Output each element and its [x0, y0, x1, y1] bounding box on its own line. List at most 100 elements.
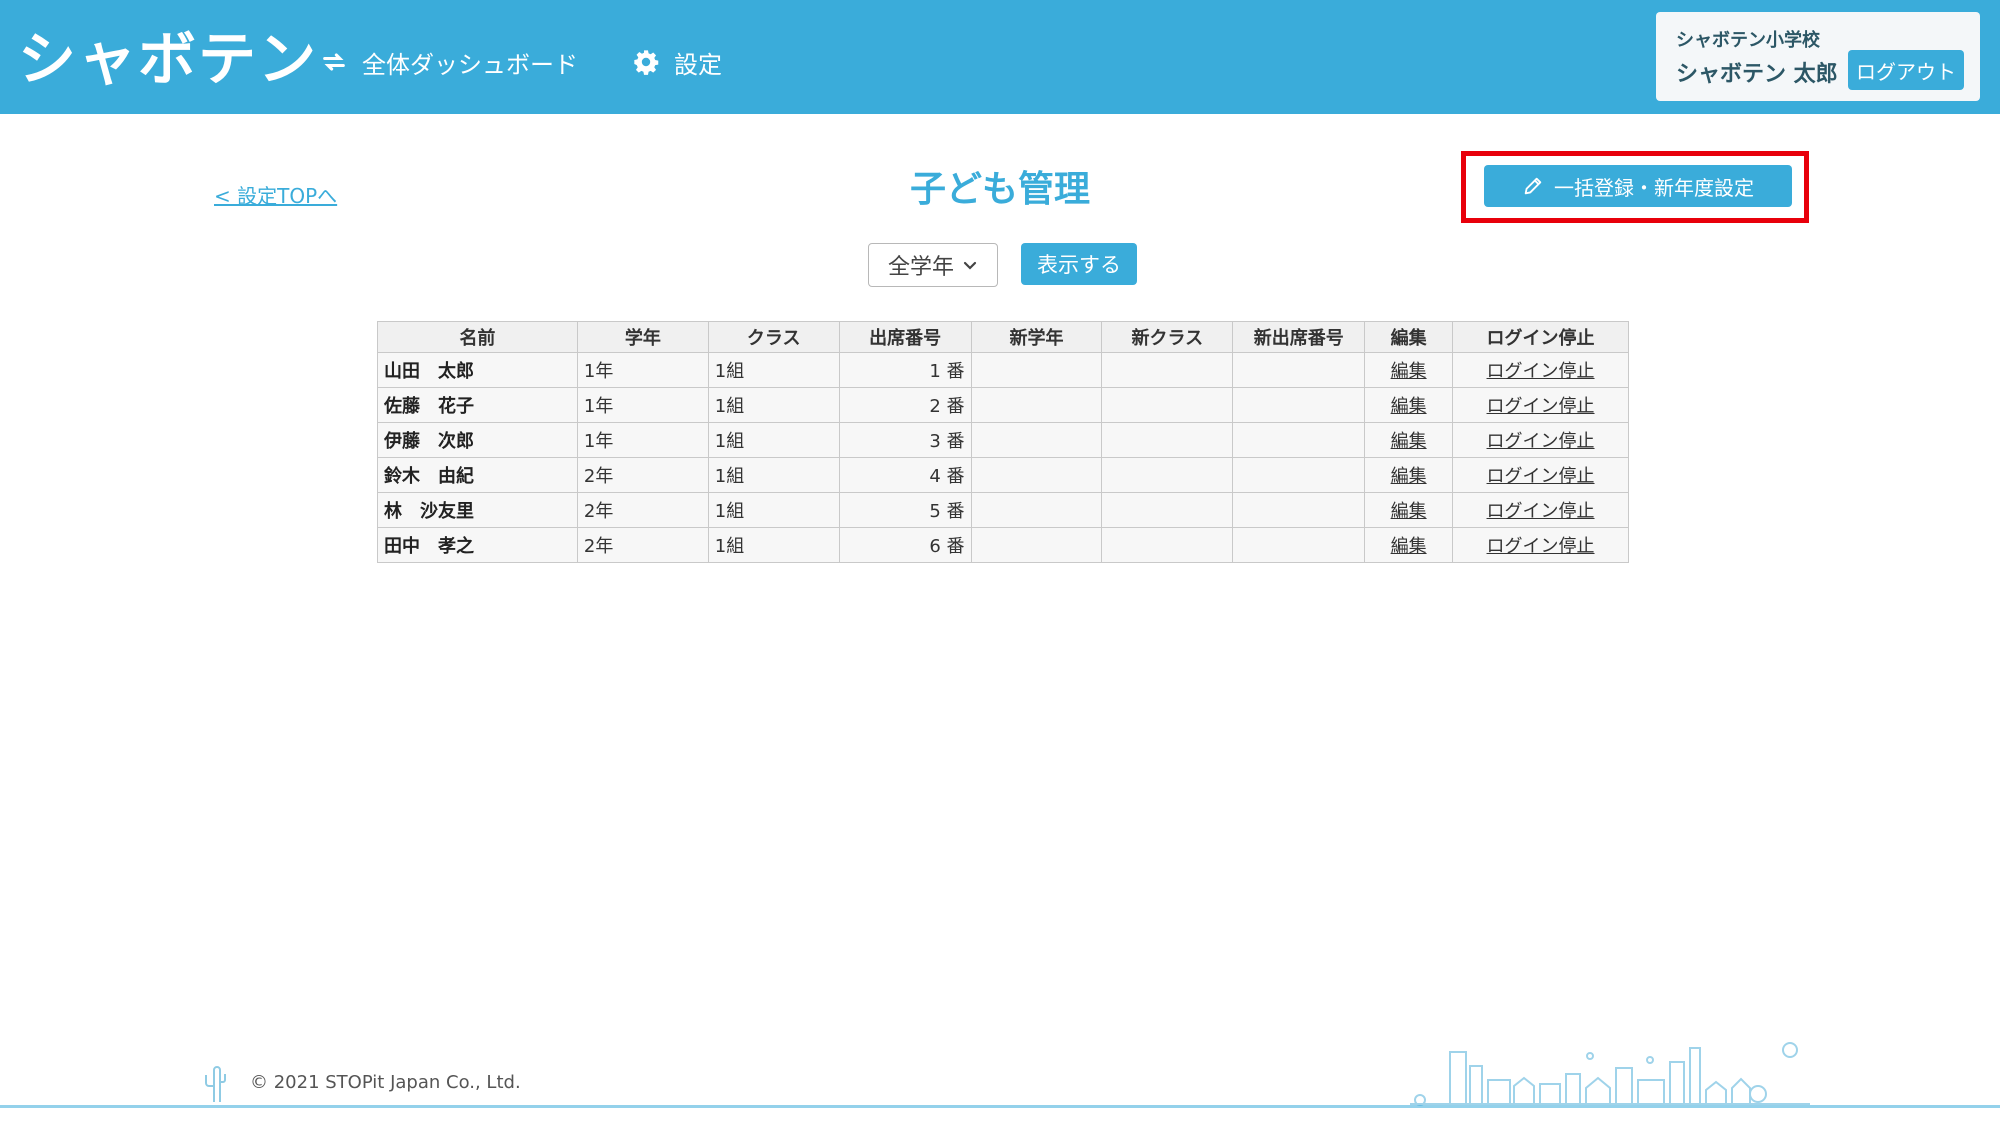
cell-new-class: [1101, 352, 1234, 388]
table-row: 田中 孝之 2年 1組 6 番 編集 ログイン停止: [377, 527, 1629, 563]
table-header-row: 名前 学年 クラス 出席番号 新学年 新クラス 新出席番号 編集 ログイン停止: [377, 321, 1629, 353]
grade-select-value: 全学年: [887, 255, 954, 280]
table-row: 山田 太郎 1年 1組 1 番 編集 ログイン停止: [377, 352, 1629, 388]
cell-new-number: [1232, 422, 1366, 458]
cell-class: 1組: [707, 352, 840, 388]
login-stop-link[interactable]: ログイン停止: [1487, 466, 1595, 487]
logout-button[interactable]: ログアウト: [1848, 50, 1964, 90]
cell-new-number: [1232, 492, 1366, 528]
cell-new-grade: [970, 387, 1103, 423]
table-row: 鈴木 由紀 2年 1組 4 番 編集 ログイン停止: [377, 457, 1629, 493]
cell-number: 3 番: [838, 422, 972, 458]
cell-edit: 編集: [1364, 387, 1454, 423]
table-row: 林 沙友里 2年 1組 5 番 編集 ログイン停止: [377, 492, 1629, 528]
cell-name: 伊藤 次郎: [377, 422, 578, 458]
cell-new-class: [1101, 492, 1234, 528]
edit-link[interactable]: 編集: [1391, 361, 1427, 382]
user-name: シャボテン 太郎: [1676, 62, 1838, 87]
students-table: 名前 学年 クラス 出席番号 新学年 新クラス 新出席番号 編集 ログイン停止 …: [377, 321, 1629, 563]
bulk-register-button[interactable]: 一括登録・新年度設定: [1484, 165, 1792, 207]
footer-divider: [0, 1105, 2000, 1108]
cell-number: 6 番: [838, 527, 972, 563]
cell-number: 4 番: [838, 457, 972, 493]
login-stop-link[interactable]: ログイン停止: [1487, 501, 1595, 522]
cell-login-stop: ログイン停止: [1452, 422, 1629, 458]
cell-edit: 編集: [1364, 457, 1454, 493]
cell-grade: 1年: [576, 422, 709, 458]
cell-new-grade: [970, 492, 1103, 528]
back-to-settings-link[interactable]: < 設定TOPへ: [214, 180, 337, 209]
edit-link[interactable]: 編集: [1391, 501, 1427, 522]
cell-new-number: [1232, 352, 1366, 388]
cell-login-stop: ログイン停止: [1452, 492, 1629, 528]
cell-new-number: [1232, 457, 1366, 493]
cell-class: 1組: [707, 527, 840, 563]
cell-new-grade: [970, 422, 1103, 458]
grade-select[interactable]: 全学年: [868, 243, 998, 287]
city-skyline-illustration: [1410, 1042, 1810, 1106]
login-stop-link[interactable]: ログイン停止: [1487, 431, 1595, 452]
gear-icon: [634, 50, 659, 75]
edit-link[interactable]: 編集: [1391, 536, 1427, 557]
cell-login-stop: ログイン停止: [1452, 352, 1629, 388]
cell-new-class: [1101, 527, 1234, 563]
table-row: 伊藤 次郎 1年 1組 3 番 編集 ログイン停止: [377, 422, 1629, 458]
top-header: シャボテン 全体ダッシュボード 設定 シャボテン小学校 シャボテン 太郎 ログア…: [0, 0, 2000, 114]
refresh-icon: [323, 53, 345, 71]
cell-new-grade: [970, 527, 1103, 563]
app-logo[interactable]: シャボテン: [18, 12, 318, 96]
cell-class: 1組: [707, 387, 840, 423]
col-header-new-class: 新クラス: [1101, 321, 1234, 353]
col-header-number: 出席番号: [838, 321, 972, 353]
cell-login-stop: ログイン停止: [1452, 387, 1629, 423]
cell-class: 1組: [707, 457, 840, 493]
cell-new-class: [1101, 387, 1234, 423]
edit-link[interactable]: 編集: [1391, 431, 1427, 452]
cell-login-stop: ログイン停止: [1452, 527, 1629, 563]
col-header-new-grade: 新学年: [970, 321, 1103, 353]
cell-new-grade: [970, 457, 1103, 493]
cell-edit: 編集: [1364, 527, 1454, 563]
nav-dashboard[interactable]: 全体ダッシュボード: [320, 42, 578, 82]
cell-name: 佐藤 花子: [377, 387, 578, 423]
cell-number: 2 番: [838, 387, 972, 423]
cell-grade: 2年: [576, 492, 709, 528]
cell-number: 1 番: [838, 352, 972, 388]
pencil-icon: [1524, 177, 1542, 195]
login-stop-link[interactable]: ログイン停止: [1487, 396, 1595, 417]
page-title: 子ども管理: [909, 169, 1090, 210]
copyright-text: © 2021 STOPit Japan Co., Ltd.: [250, 1072, 521, 1093]
cell-edit: 編集: [1364, 352, 1454, 388]
chevron-down-icon: [963, 261, 977, 270]
nav-dashboard-label: 全体ダッシュボード: [362, 50, 578, 79]
col-header-new-number: 新出席番号: [1232, 321, 1366, 353]
login-stop-link[interactable]: ログイン停止: [1487, 361, 1595, 382]
cell-grade: 1年: [576, 352, 709, 388]
nav-settings[interactable]: 設定: [632, 42, 722, 82]
col-header-login-stop: ログイン停止: [1452, 321, 1629, 353]
col-header-edit: 編集: [1364, 321, 1454, 353]
cell-new-number: [1232, 527, 1366, 563]
bulk-register-label: 一括登録・新年度設定: [1554, 175, 1754, 200]
edit-link[interactable]: 編集: [1391, 466, 1427, 487]
cell-new-class: [1101, 422, 1234, 458]
cactus-icon: [205, 1066, 226, 1102]
cell-login-stop: ログイン停止: [1452, 457, 1629, 493]
col-header-class: クラス: [707, 321, 840, 353]
cell-new-grade: [970, 352, 1103, 388]
cell-number: 5 番: [838, 492, 972, 528]
cell-name: 田中 孝之: [377, 527, 578, 563]
cell-edit: 編集: [1364, 492, 1454, 528]
user-info-panel: シャボテン小学校 シャボテン 太郎 ログアウト: [1656, 12, 1980, 101]
show-button[interactable]: 表示する: [1021, 243, 1137, 285]
cell-name: 鈴木 由紀: [377, 457, 578, 493]
col-header-grade: 学年: [576, 321, 709, 353]
edit-link[interactable]: 編集: [1391, 396, 1427, 417]
login-stop-link[interactable]: ログイン停止: [1487, 536, 1595, 557]
cell-new-number: [1232, 387, 1366, 423]
nav-settings-label: 設定: [674, 50, 722, 79]
cell-grade: 1年: [576, 387, 709, 423]
cell-edit: 編集: [1364, 422, 1454, 458]
cell-class: 1組: [707, 492, 840, 528]
cell-grade: 2年: [576, 457, 709, 493]
